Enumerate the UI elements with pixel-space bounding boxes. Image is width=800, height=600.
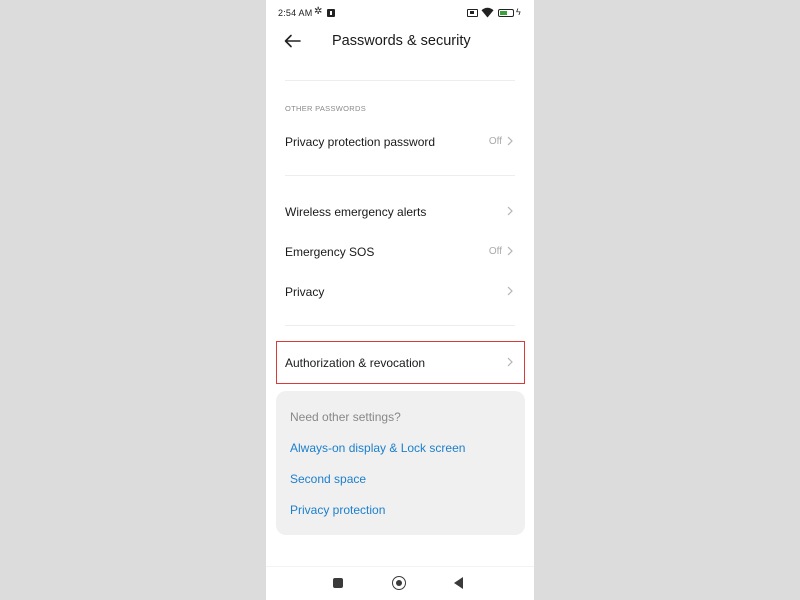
highlight-box <box>276 341 525 384</box>
phone-screen: 2:54 AM ✲ ϟ Passwords & security OTHER P… <box>266 0 534 600</box>
status-bar: 2:54 AM ✲ ϟ <box>266 0 534 26</box>
chevron-right-icon <box>507 286 513 296</box>
row-label: Wireless emergency alerts <box>285 205 427 219</box>
battery-icon <box>498 9 514 17</box>
row-privacy[interactable]: Privacy <box>266 273 534 309</box>
divider <box>285 175 515 176</box>
row-wireless-emergency-alerts[interactable]: Wireless emergency alerts <box>266 193 534 229</box>
suggestions-title: Need other settings? <box>290 410 401 424</box>
row-label: Privacy <box>285 285 325 299</box>
link-always-on-display[interactable]: Always-on display & Lock screen <box>290 441 465 455</box>
arrow-left-icon[interactable] <box>282 30 304 52</box>
chevron-right-icon <box>507 136 513 146</box>
settings-gear-icon: ✲ <box>314 6 323 17</box>
back-triangle-icon[interactable] <box>454 577 463 589</box>
divider <box>285 325 515 326</box>
section-label-other-passwords: OTHER PASSWORDS <box>285 104 367 113</box>
row-value: Off <box>488 136 502 147</box>
charging-icon: ϟ <box>516 7 521 17</box>
sim-icon <box>467 9 478 17</box>
wifi-icon <box>481 7 494 18</box>
row-label: Privacy protection password <box>285 135 436 149</box>
chevron-right-icon <box>507 246 513 256</box>
row-emergency-sos[interactable]: Emergency SOS Off <box>266 233 534 269</box>
home-circle-icon[interactable] <box>392 576 406 590</box>
battery-level <box>500 11 507 15</box>
status-time: 2:54 AM <box>278 8 313 18</box>
navigation-bar <box>266 566 534 600</box>
chevron-right-icon <box>507 206 513 216</box>
row-privacy-protection-password[interactable]: Privacy protection password Off <box>266 123 534 159</box>
suggestions-card: Need other settings? Always-on display &… <box>276 391 525 535</box>
recents-square-icon[interactable] <box>333 578 343 588</box>
link-second-space[interactable]: Second space <box>290 472 366 486</box>
divider <box>285 80 515 81</box>
row-label: Emergency SOS <box>285 245 375 259</box>
notification-icon <box>327 9 335 17</box>
link-privacy-protection[interactable]: Privacy protection <box>290 503 385 517</box>
page-title: Passwords & security <box>332 33 471 49</box>
row-value: Off <box>488 246 502 257</box>
